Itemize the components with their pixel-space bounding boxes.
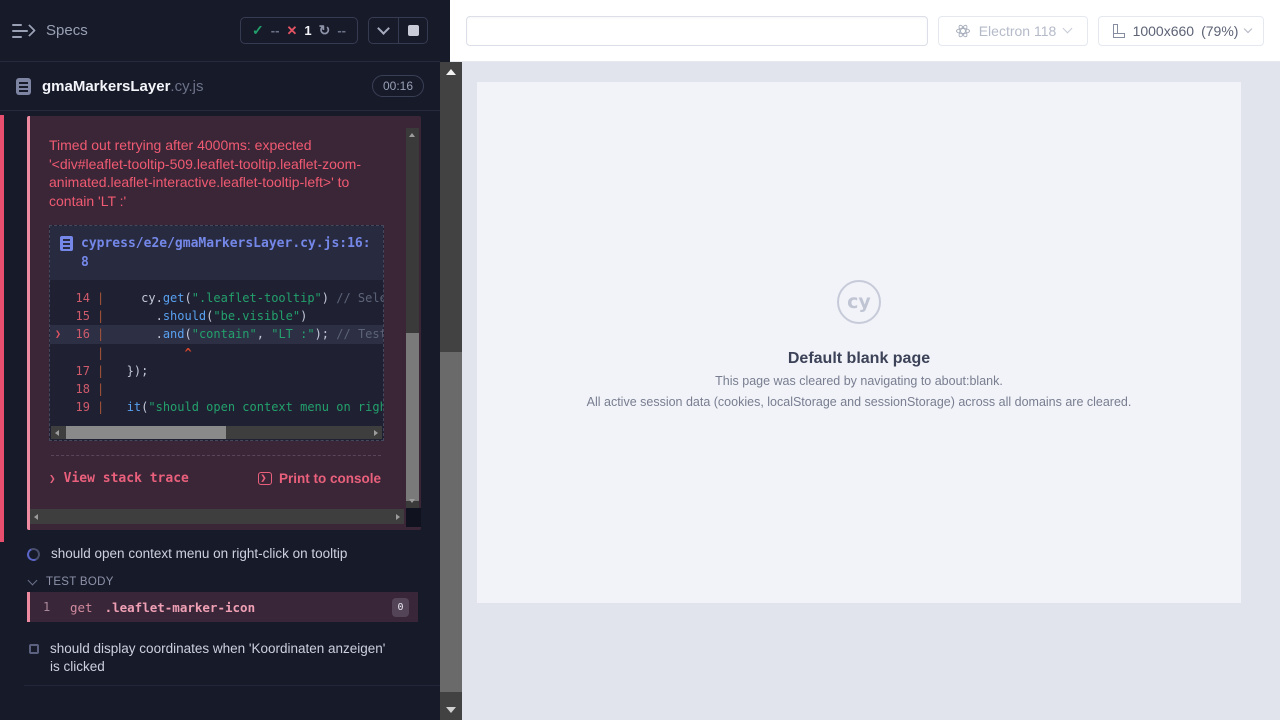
scroll-down-arrow[interactable] (409, 499, 415, 503)
view-stack-trace-button[interactable]: ❯ View stack trace (49, 471, 189, 486)
passed-count: -- (271, 23, 280, 38)
command-number: 1 (43, 600, 70, 614)
scroll-left-arrow[interactable] (55, 430, 59, 436)
scroll-down-arrow[interactable] (446, 707, 456, 713)
scrollbar-thumb[interactable] (406, 333, 419, 501)
chevron-down-icon (1244, 25, 1252, 33)
menu-arrow-head (23, 24, 36, 37)
scrollbar-corner (406, 508, 421, 527)
spec-timer: 00:16 (372, 75, 424, 97)
pending-icon: ↻ (319, 22, 331, 39)
spec-header: gmaMarkersLayer.cy.js 00:16 (0, 62, 440, 111)
ruler-icon (1111, 24, 1126, 38)
stop-icon (408, 25, 419, 36)
running-spinner-icon (25, 546, 42, 563)
code-frame-file-link[interactable]: cypress/e2e/gmaMarkersLayer.cy.js:16:8 (81, 234, 373, 272)
stop-button[interactable] (398, 18, 427, 43)
spec-file-icon (16, 78, 31, 95)
test-body-label: TEST BODY (46, 576, 114, 588)
error-vertical-scrollbar[interactable] (406, 128, 419, 508)
cypress-logo: cy (837, 280, 881, 324)
specs-label: Specs (46, 22, 88, 39)
test-body-section[interactable]: TEST BODY (29, 576, 114, 588)
failed-test-indicator (0, 115, 4, 542)
failed-count: 1 (304, 23, 311, 38)
chevron-down-icon (377, 22, 390, 35)
code-line: 15| .should("be.visible") (50, 307, 383, 325)
viewport-info-button[interactable]: 1000x660 (79%) (1098, 16, 1264, 46)
runner-topbar: Electron 118 1000x660 (79%) (450, 0, 1280, 62)
file-icon (60, 236, 73, 251)
blank-page-message-1: This page was cleared by navigating to a… (715, 373, 1003, 389)
divider (51, 455, 381, 456)
error-actions: ❯ View stack trace Print to console (49, 471, 381, 486)
menu-bar (12, 24, 22, 26)
url-input[interactable] (466, 16, 928, 46)
reporter-panel: Specs ✓ -- ✕ 1 ↻ -- gmaMarkersLayer (0, 0, 440, 720)
chevron-right-icon: ❯ (49, 472, 56, 485)
scroll-right-arrow[interactable] (396, 514, 400, 520)
browser-label: Electron 118 (979, 23, 1057, 39)
command-log-entry[interactable]: 1 get .leaflet-marker-icon 0 (27, 592, 418, 622)
pending-count: -- (337, 23, 346, 38)
code-line: 19| it("should open context menu on righ… (50, 398, 383, 416)
run-controls (368, 17, 428, 44)
header-filler (440, 0, 450, 62)
passed-icon: ✓ (252, 22, 264, 39)
print-to-console-label: Print to console (279, 471, 381, 486)
specs-menu-icon[interactable] (12, 23, 34, 39)
view-stack-trace-label: View stack trace (64, 471, 189, 486)
failed-icon: ✕ (286, 23, 297, 39)
console-icon (258, 472, 272, 485)
test-item-pending[interactable]: should display coordinates when 'Koordin… (29, 640, 389, 676)
command-indicator-badge: 0 (392, 598, 409, 617)
test-stats: ✓ -- ✕ 1 ↻ -- (240, 17, 358, 44)
blank-page-title: Default blank page (788, 350, 930, 368)
reporter-header: Specs ✓ -- ✕ 1 ↻ -- (0, 0, 440, 62)
scroll-left-arrow[interactable] (34, 514, 38, 520)
blank-page-message-2: All active session data (cookies, localS… (587, 394, 1132, 410)
spec-name[interactable]: gmaMarkersLayer.cy.js (42, 78, 203, 95)
code-lines: 14| cy.get(".leaflet-tooltip") // Selek1… (50, 280, 383, 424)
code-line: ❯16| .and("contain", "LT :"); // Teste (50, 325, 383, 344)
cypress-app: Specs ✓ -- ✕ 1 ↻ -- gmaMarkersLayer (0, 0, 1280, 720)
code-horizontal-scrollbar[interactable] (51, 426, 382, 439)
divider (24, 685, 440, 686)
scroll-up-arrow[interactable] (446, 69, 456, 75)
test-item-running[interactable]: should open context menu on right-click … (27, 545, 347, 563)
scroll-up-arrow[interactable] (409, 133, 415, 137)
error-horizontal-scrollbar[interactable] (30, 509, 404, 524)
viewport-size: 1000x660 (1133, 23, 1195, 39)
test-title: should display coordinates when 'Koordin… (50, 640, 389, 676)
aut-iframe: cy Default blank page This page was clea… (477, 82, 1241, 603)
browser-selector[interactable]: Electron 118 (938, 16, 1088, 46)
scrollbar-thumb[interactable] (66, 426, 226, 439)
chevron-down-icon (28, 576, 38, 586)
command-name: get (70, 600, 93, 615)
error-message: Timed out retrying after 4000ms: expecte… (49, 136, 385, 210)
spec-extension: .cy.js (170, 78, 203, 95)
code-line: 18| (50, 380, 383, 398)
print-to-console-button[interactable]: Print to console (258, 471, 381, 486)
runner-viewport-area: cy Default blank page This page was clea… (462, 62, 1280, 720)
collapse-button[interactable] (369, 18, 398, 43)
menu-bar (12, 36, 22, 38)
code-line: 17| }); (50, 362, 383, 380)
window-vertical-scrollbar[interactable] (440, 62, 462, 720)
code-line: | ^ (50, 344, 383, 362)
command-selector: .leaflet-marker-icon (105, 600, 256, 615)
code-frame: cypress/e2e/gmaMarkersLayer.cy.js:16:8 1… (49, 225, 384, 441)
code-line: 14| cy.get(".leaflet-tooltip") // Selek (50, 289, 383, 307)
electron-icon (955, 23, 971, 39)
viewport-scale: (79%) (1201, 23, 1238, 39)
chevron-down-icon (1063, 24, 1073, 34)
scrollbar-thumb[interactable] (440, 352, 462, 692)
error-panel: Timed out retrying after 4000ms: expecte… (27, 116, 421, 530)
test-title: should open context menu on right-click … (51, 545, 347, 563)
reporter-content: Timed out retrying after 4000ms: expecte… (0, 111, 440, 719)
pending-square-icon (29, 644, 39, 654)
code-frame-header[interactable]: cypress/e2e/gmaMarkersLayer.cy.js:16:8 (50, 226, 383, 280)
scroll-right-arrow[interactable] (374, 430, 378, 436)
